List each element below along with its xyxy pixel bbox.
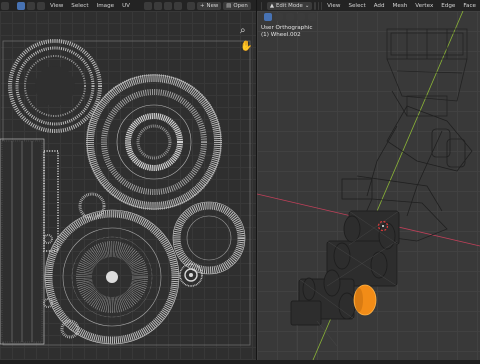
viewport-canvas[interactable] xyxy=(256,10,480,361)
menu-select[interactable]: Select xyxy=(67,3,92,9)
pivot-icon[interactable] xyxy=(144,1,152,10)
menu-select[interactable]: Select xyxy=(344,3,369,9)
proportional-icon[interactable] xyxy=(164,1,172,10)
new-label: New xyxy=(206,2,219,9)
editor-type-icon[interactable] xyxy=(1,1,9,10)
viewport-toolbar xyxy=(263,13,317,21)
menu-vertex[interactable]: Vertex xyxy=(411,3,437,9)
snap-icon[interactable] xyxy=(154,1,162,10)
chevron-down-icon: ⌄ xyxy=(304,2,310,9)
image-browse-icon[interactable] xyxy=(187,1,195,10)
uv-islands xyxy=(0,39,251,346)
hand-pan-icon[interactable]: ✋ xyxy=(240,42,252,52)
selection-mode-icon-3[interactable] xyxy=(297,13,305,21)
face-select-icon[interactable] xyxy=(320,1,323,10)
chevron-down-icon[interactable] xyxy=(11,2,15,10)
uv-ring-right xyxy=(172,201,246,275)
edit-mode-icon: ▲ xyxy=(269,2,275,9)
menu-uv[interactable]: UV xyxy=(118,3,134,9)
sync-selection-icon[interactable] xyxy=(17,1,25,10)
menu-view[interactable]: View xyxy=(46,3,67,9)
editor-type-icon[interactable] xyxy=(261,1,263,10)
menu-view[interactable]: View xyxy=(323,3,344,9)
menu-mesh[interactable]: Mesh xyxy=(389,3,412,9)
select-cursor-icon[interactable] xyxy=(264,13,272,21)
mode-dropdown[interactable]: ▲ Edit Mode ⌄ xyxy=(266,1,313,10)
menu-image[interactable]: Image xyxy=(93,3,119,9)
uv-editor-header: View Select Image UV + New ▤ Open xyxy=(0,0,256,11)
zoom-icon[interactable]: ⌕ xyxy=(240,26,252,36)
open-image-button[interactable]: ▤ Open xyxy=(223,1,251,10)
new-image-button[interactable]: + New xyxy=(197,1,222,10)
selection-mode-icon[interactable] xyxy=(275,13,283,21)
uv-nav-gizmo: ⌕ ✋ xyxy=(240,26,252,52)
edge-select-icon[interactable] xyxy=(37,1,45,10)
viewport-overlay-text: User Orthographic (1) Wheel.002 xyxy=(261,25,312,39)
truck-body xyxy=(290,210,400,326)
vertex-select-icon[interactable] xyxy=(314,1,316,10)
vertex-select-icon[interactable] xyxy=(27,1,35,10)
uv-canvas[interactable] xyxy=(0,11,256,360)
folder-icon: ▤ xyxy=(226,2,232,9)
menu-edge[interactable]: Edge xyxy=(437,3,459,9)
chevron-down-icon[interactable] xyxy=(264,2,265,10)
menu-add[interactable]: Add xyxy=(370,3,389,9)
selection-mode-icon-2[interactable] xyxy=(286,13,294,21)
object-name: (1) Wheel.002 xyxy=(261,32,301,38)
menu-face[interactable]: Face xyxy=(459,3,480,9)
uv-strip-small xyxy=(43,150,59,252)
uv-editor: View Select Image UV + New ▤ Open ⌕ ✋ xyxy=(0,0,256,360)
open-label: Open xyxy=(233,2,248,9)
3d-viewport: ▲ Edit Mode ⌄ View Select Add Mesh Verte… xyxy=(256,0,480,361)
launcher-rack xyxy=(386,28,468,117)
vehicle-wireframe xyxy=(256,10,480,361)
view-name: User Orthographic xyxy=(261,25,313,31)
selection-mode-icon-4[interactable] xyxy=(308,13,316,21)
sticky-select-icon[interactable] xyxy=(174,1,182,10)
edge-select-icon[interactable] xyxy=(317,1,319,10)
plus-icon: + xyxy=(200,2,205,9)
viewport-header: ▲ Edit Mode ⌄ View Select Add Mesh Verte… xyxy=(257,0,480,11)
mode-label: Edit Mode xyxy=(276,2,303,9)
